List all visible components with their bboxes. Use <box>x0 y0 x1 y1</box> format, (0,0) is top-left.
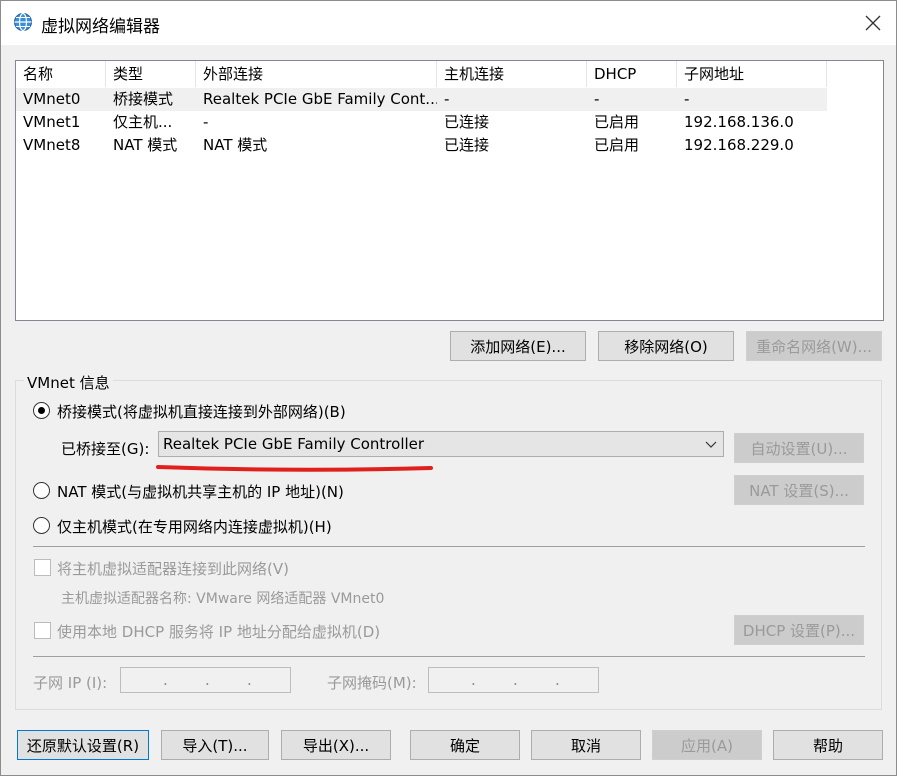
bridged-adapter-value: Realtek PCIe GbE Family Controller <box>163 435 425 453</box>
nat-settings-button[interactable]: NAT 设置(S)... <box>734 475 864 505</box>
host-only-mode-label[interactable]: 仅主机模式(在专用网络内连接虚拟机)(H) <box>57 516 332 537</box>
help-button[interactable]: 帮助 <box>773 730 883 760</box>
table-row[interactable]: VMnet8 NAT 模式 NAT 模式 已连接 已启用 192.168.229… <box>16 134 827 157</box>
apply-button[interactable]: 应用(A) <box>652 730 762 760</box>
column-header-name[interactable]: 名称 <box>16 61 106 87</box>
globe-icon <box>14 12 32 32</box>
table-cell: NAT 模式 <box>113 136 178 154</box>
table-cell: - <box>684 90 690 108</box>
subnet-mask-field[interactable]: . . . <box>428 667 599 693</box>
table-row[interactable]: VMnet1 仅主机... - 已连接 已启用 192.168.136.0 <box>16 111 827 134</box>
table-cell: 已启用 <box>594 113 640 131</box>
subnet-ip-label: 子网 IP (I): <box>33 674 108 692</box>
subnet-mask-label: 子网掩码(M): <box>327 674 417 692</box>
dhcp-label[interactable]: 使用本地 DHCP 服务将 IP 地址分配给虚拟机(D) <box>57 621 380 642</box>
bridged-mode-label[interactable]: 桥接模式(将虚拟机直接连接到外部网络)(B) <box>57 401 346 422</box>
window-title: 虚拟网络编辑器 <box>41 17 160 37</box>
table-cell: Realtek PCIe GbE Family Cont... <box>203 90 437 108</box>
table-cell: - <box>594 90 600 108</box>
auto-settings-button[interactable]: 自动设置(U)... <box>734 433 864 463</box>
table-cell: VMnet8 <box>23 136 81 154</box>
table-cell: NAT 模式 <box>203 136 268 154</box>
ip-dot: . <box>247 671 252 689</box>
column-header-external[interactable]: 外部连接 <box>196 61 437 87</box>
table-cell: VMnet1 <box>23 113 81 131</box>
table-cell: 192.168.136.0 <box>684 113 794 131</box>
column-header-host[interactable]: 主机连接 <box>437 61 587 87</box>
rename-network-button[interactable]: 重命名网络(W)... <box>746 331 882 361</box>
table-cell: VMnet0 <box>23 90 81 108</box>
table-row[interactable]: VMnet0 桥接模式 Realtek PCIe GbE Family Cont… <box>16 88 827 111</box>
table-cell: 已连接 <box>444 113 490 131</box>
table-cell: 已启用 <box>594 136 640 154</box>
nat-mode-label[interactable]: NAT 模式(与虚拟机共享主机的 IP 地址)(N) <box>57 481 344 502</box>
column-header-type[interactable]: 类型 <box>106 61 196 87</box>
annotation-underline <box>156 465 433 472</box>
separator <box>33 546 865 547</box>
ip-dot: . <box>163 671 168 689</box>
radio-selected-dot <box>38 407 45 414</box>
cancel-button[interactable]: 取消 <box>531 730 641 760</box>
subnet-ip-field[interactable]: . . . <box>120 667 291 693</box>
nat-radio[interactable] <box>33 482 50 499</box>
column-header-dhcp[interactable]: DHCP <box>587 61 677 87</box>
table-cell: 已连接 <box>444 136 490 154</box>
export-button[interactable]: 导出(X)... <box>281 730 391 760</box>
vmnet-info-label: VMnet 信息 <box>24 372 113 393</box>
add-network-button[interactable]: 添加网络(E)... <box>450 331 586 361</box>
ok-button[interactable]: 确定 <box>410 730 520 760</box>
connect-adapter-label[interactable]: 将主机虚拟适配器连接到此网络(V) <box>57 558 289 579</box>
ip-dot: . <box>513 671 518 689</box>
column-header-subnet[interactable]: 子网地址 <box>677 61 827 87</box>
table-cell: - <box>444 90 450 108</box>
ip-dot: . <box>205 671 210 689</box>
restore-defaults-button[interactable]: 还原默认设置(R) <box>17 730 149 760</box>
remove-network-button[interactable]: 移除网络(O) <box>598 331 734 361</box>
bridged-radio[interactable] <box>33 402 50 419</box>
table-cell: 桥接模式 <box>113 90 174 108</box>
title-bar: 虚拟网络编辑器 <box>1 1 896 45</box>
connect-adapter-checkbox[interactable] <box>34 559 51 576</box>
close-icon <box>865 15 881 31</box>
chevron-down-icon <box>705 441 717 448</box>
ip-dot: . <box>555 671 560 689</box>
table-cell: 仅主机... <box>113 113 173 131</box>
bridged-to-label: 已桥接至(G): <box>61 440 150 458</box>
bridged-adapter-select[interactable]: Realtek PCIe GbE Family Controller <box>158 431 724 457</box>
close-button[interactable] <box>850 1 896 45</box>
adapter-name-label: 主机虚拟适配器名称: VMware 网络适配器 VMnet0 <box>61 591 385 607</box>
table-cell: 192.168.229.0 <box>684 136 794 154</box>
table-cell: - <box>203 113 209 131</box>
import-button[interactable]: 导入(T)... <box>161 730 269 760</box>
virtual-network-editor-window: 虚拟网络编辑器 名称 类型 外部连接 主机连接 DHCP 子网地址 VMnet0… <box>0 0 897 776</box>
dhcp-checkbox[interactable] <box>34 622 51 639</box>
network-list[interactable]: 名称 类型 外部连接 主机连接 DHCP 子网地址 VMnet0 桥接模式 Re… <box>15 60 884 321</box>
vmnet-info-group <box>15 380 882 710</box>
dhcp-settings-button[interactable]: DHCP 设置(P)... <box>734 615 864 645</box>
separator <box>33 656 865 657</box>
ip-dot: . <box>471 671 476 689</box>
host-only-radio[interactable] <box>33 517 50 534</box>
